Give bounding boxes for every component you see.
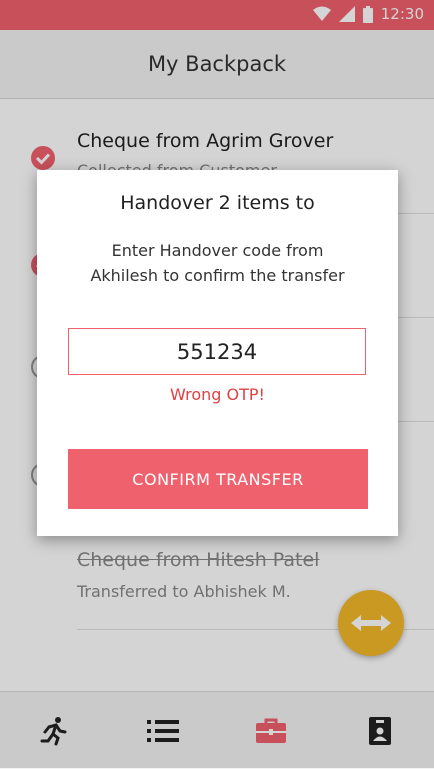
handover-dialog: Handover 2 items to Enter Handover code … [37, 170, 398, 536]
handover-code-input[interactable]: 551234 [68, 328, 366, 375]
confirm-transfer-button[interactable]: CONFIRM TRANSFER [68, 449, 368, 509]
error-message: Wrong OTP! [170, 385, 265, 404]
dialog-message-line1: Enter Handover code from [111, 241, 324, 260]
dialog-message-line2: Akhilesh to confirm the transfer [90, 266, 345, 285]
dialog-message: Enter Handover code from Akhilesh to con… [37, 238, 398, 288]
dialog-title: Handover 2 items to [120, 192, 315, 214]
